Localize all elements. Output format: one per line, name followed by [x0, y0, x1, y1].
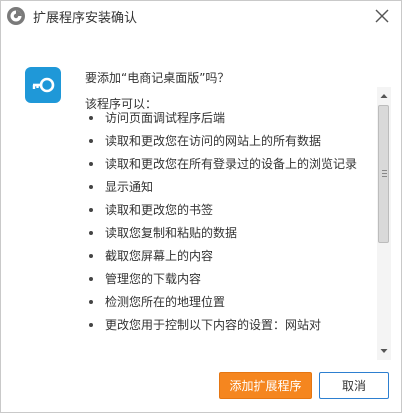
install-question: 要添加“电商记桌面版”吗？ — [85, 71, 230, 85]
add-extension-button[interactable]: 添加扩展程序 — [219, 372, 312, 399]
close-icon[interactable] — [371, 5, 393, 27]
list-item: 读取和更改您的书签 — [85, 201, 375, 219]
scrollbar-thumb[interactable] — [378, 105, 389, 243]
scroll-down-arrow-icon[interactable] — [377, 344, 391, 358]
scrollbar-grip-line — [382, 173, 387, 174]
dialog-titlebar: 扩展程序安装确认 — [1, 1, 401, 31]
install-prompt: 要添加“电商记桌面版”吗？ 该程序可以： — [85, 68, 375, 114]
list-item: 截取您屏幕上的内容 — [85, 247, 375, 265]
list-item: 更改您用于控制以下内容的设置：网站对 — [85, 316, 375, 334]
scrollbar-grip-line — [382, 176, 387, 177]
permissions-list: 访问页面调试程序后端 读取和更改您在访问的网站上的所有数据 读取和更改您在所有登… — [85, 109, 375, 334]
scroll-up-arrow-icon[interactable] — [377, 89, 391, 103]
list-item: 读取和更改您在所有登录过的设备上的浏览记录 — [85, 155, 375, 173]
list-item: 读取和更改您在访问的网站上的所有数据 — [85, 132, 375, 150]
permissions-scroll-area[interactable]: 访问页面调试程序后端 读取和更改您在访问的网站上的所有数据 读取和更改您在所有登… — [85, 109, 375, 334]
list-item: 检测您所在的地理位置 — [85, 293, 375, 311]
list-item: 显示通知 — [85, 178, 375, 196]
permissions-scrollbar[interactable] — [377, 87, 391, 360]
scrollbar-grip-line — [382, 170, 387, 171]
extension-icon — [25, 67, 61, 103]
browser-logo-icon — [7, 7, 25, 25]
list-item: 读取您复制和粘贴的数据 — [85, 224, 375, 242]
list-item: 管理您的下载内容 — [85, 270, 375, 288]
cancel-button[interactable]: 取消 — [319, 372, 389, 399]
extension-install-dialog: 扩展程序安装确认 要添加“电商记桌面版”吗？ 该程序可以： 访问页面调试程序后端… — [0, 0, 402, 413]
list-item: 访问页面调试程序后端 — [85, 109, 375, 127]
dialog-title: 扩展程序安装确认 — [33, 11, 138, 26]
key-icon — [32, 77, 55, 93]
